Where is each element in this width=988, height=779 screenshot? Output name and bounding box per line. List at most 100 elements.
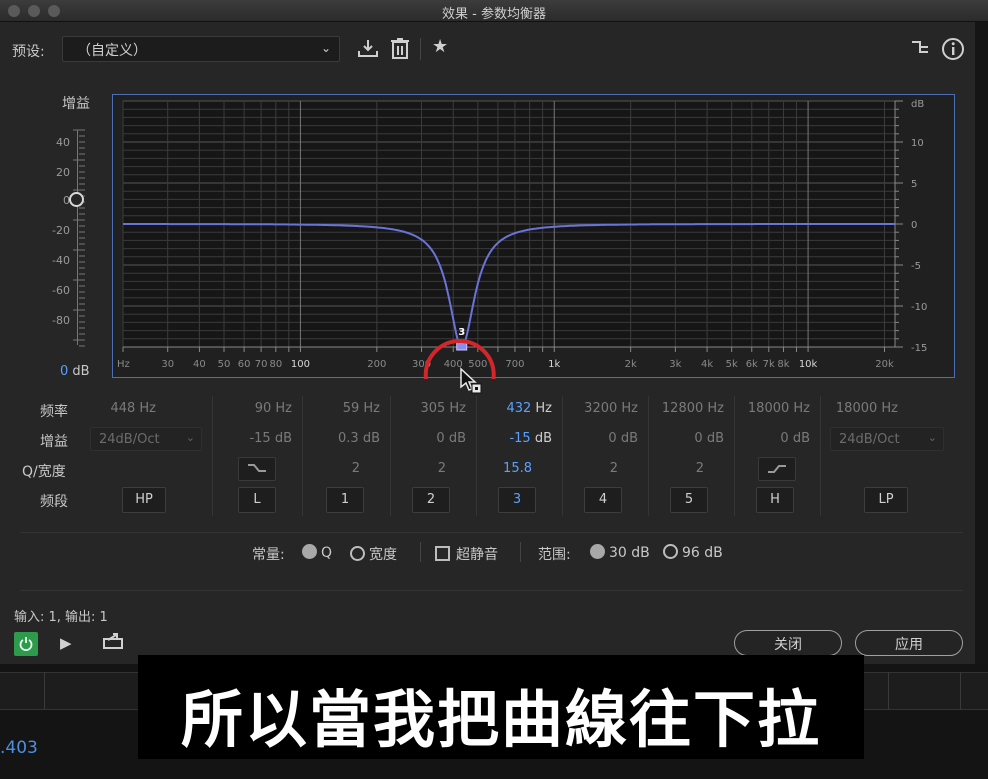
high-shelf-freq-value[interactable]: 18000 Hz [734, 401, 810, 416]
row-label-band: 频段 [40, 494, 68, 510]
band5-freq-value[interactable]: 12800 Hz [648, 401, 724, 416]
band1-q-value[interactable]: 2 [302, 461, 360, 476]
db-unit-label: dB [911, 99, 924, 110]
ultra-quiet-label: 超静音 [456, 547, 498, 563]
band3-gain-value[interactable]: -15 dB [476, 431, 552, 446]
save-preset-icon[interactable] [357, 38, 379, 63]
band5-gain-value[interactable]: 0 dB [648, 431, 724, 446]
band2-q-value[interactable]: 2 [390, 461, 446, 476]
eq-graph-canvas[interactable]: dB1050-5-10-15Hz 30 40 50 60 70 80 100 200 300 400… [113, 95, 956, 379]
low-shelf-shape-button[interactable] [238, 457, 276, 481]
gain-tick: -60 [52, 284, 70, 297]
constant-width-label: 宽度 [369, 547, 397, 563]
radio-unselected-icon [663, 544, 678, 559]
band2-freq-value[interactable]: 305 Hz [390, 401, 466, 416]
freq-tick-label: 6k [746, 359, 758, 370]
band4-q-value[interactable]: 2 [562, 461, 618, 476]
freq-tick-label: 5k [726, 359, 738, 370]
export-icon[interactable] [102, 632, 124, 654]
favorite-star-icon[interactable]: ★ [432, 36, 448, 57]
hp-freq-value[interactable]: 448 Hz [70, 401, 156, 416]
hp-slope-value: 24dB/Oct [99, 432, 160, 447]
constant-q-radio[interactable]: Q [302, 544, 332, 561]
high-shelf-shape-button[interactable] [758, 457, 796, 481]
radio-selected-icon [590, 544, 605, 559]
band3-gain-unit: dB [530, 431, 552, 446]
band-2-button[interactable]: 2 [412, 487, 450, 513]
window-title: 效果 - 参数均衡器 [442, 7, 546, 22]
chevron-down-icon: ⌄ [927, 431, 937, 444]
low-shelf-freq-value[interactable]: 90 Hz [212, 401, 292, 416]
checkbox-icon [435, 546, 450, 561]
db-tick-minus10: -10 [911, 302, 927, 313]
constant-width-radio[interactable]: 宽度 [350, 544, 397, 564]
band1-gain-value[interactable]: 0.3 dB [302, 431, 380, 446]
freq-tick-label: 20k [875, 359, 894, 370]
freq-tick-label: 4k [701, 359, 713, 370]
power-toggle-button[interactable] [14, 632, 38, 656]
band-hp-button[interactable]: HP [122, 487, 166, 513]
gain-slider-knob[interactable] [69, 192, 84, 207]
hp-slope-dropdown[interactable]: 24dB/Oct ⌄ [90, 427, 202, 451]
freq-tick-label: 70 [255, 359, 268, 370]
band-5-button[interactable]: 5 [670, 487, 708, 513]
band3-freq-value[interactable]: 432 Hz [476, 401, 552, 416]
freq-tick-label: 200 [367, 359, 386, 370]
apply-button[interactable]: 应用 [855, 630, 963, 656]
band-l-button[interactable]: L [238, 487, 276, 513]
chevron-down-icon: ⌄ [320, 41, 331, 55]
preset-dropdown[interactable]: （自定义） ⌄ [62, 36, 340, 62]
delete-preset-icon[interactable] [390, 37, 410, 64]
db-tick-0: 0 [911, 220, 917, 231]
gain-slider-ticks [73, 129, 85, 347]
constant-label: 常量: [252, 547, 285, 563]
range-30db-label: 30 dB [609, 545, 650, 561]
section-divider [20, 532, 963, 533]
low-shelf-gain-value[interactable]: -15 dB [212, 431, 292, 446]
band2-gain-value[interactable]: 0 dB [390, 431, 466, 446]
gain-value-display[interactable]: 0 dB [60, 364, 90, 379]
timeline-mark [960, 672, 961, 710]
lp-freq-value[interactable]: 18000 Hz [820, 401, 898, 416]
preview-play-button[interactable]: ▶ [60, 634, 72, 652]
option-divider [520, 542, 521, 562]
row-label-q: Q/宽度 [22, 464, 66, 480]
band-1-button[interactable]: 1 [326, 487, 364, 513]
route-channels-icon[interactable] [910, 38, 930, 63]
gain-title: 增益 [62, 96, 90, 112]
preset-label: 预设: [12, 44, 45, 60]
band3-freq-number: 432 [506, 401, 532, 416]
eq-graph[interactable]: dB 10 5 0 -5 -10 -15 Hz 30 40 50 60 70 80 100 200 300 400… [112, 94, 956, 379]
freq-tick-label: 3k [669, 359, 681, 370]
band-3-button[interactable]: 3 [498, 487, 536, 513]
high-shelf-gain-value[interactable]: 0 dB [734, 431, 810, 446]
gain-value-unit: dB [68, 364, 90, 379]
freq-tick-label: 80 [269, 359, 282, 370]
freq-tick-label: 700 [505, 359, 524, 370]
option-divider [420, 542, 421, 562]
range-96db-label: 96 dB [682, 545, 723, 561]
low-shelf-curve-icon [248, 464, 266, 472]
ultra-quiet-checkbox[interactable]: 超静音 [435, 544, 498, 564]
freq-tick-label: 7k [763, 359, 775, 370]
band-lp-button[interactable]: LP [864, 487, 908, 513]
band-4-button[interactable]: 4 [584, 487, 622, 513]
range-label: 范围: [538, 547, 571, 563]
close-button[interactable]: 关闭 [734, 630, 842, 656]
band3-freq-unit: Hz [531, 401, 552, 416]
range-30db-radio[interactable]: 30 dB [590, 544, 650, 561]
band1-freq-value[interactable]: 59 Hz [302, 401, 380, 416]
freq-tick-label: 10k [799, 359, 818, 370]
timeline-mark [888, 672, 889, 710]
band5-q-value[interactable]: 2 [648, 461, 704, 476]
mouse-cursor-icon [459, 367, 483, 401]
band3-q-value[interactable]: 15.8 [476, 461, 532, 476]
lp-slope-dropdown[interactable]: 24dB/Oct ⌄ [830, 427, 944, 451]
band4-gain-value[interactable]: 0 dB [562, 431, 638, 446]
info-icon[interactable] [941, 37, 965, 66]
freq-tick-label: 50 [218, 359, 231, 370]
range-96db-radio[interactable]: 96 dB [663, 544, 723, 561]
freq-tick-label: 30 [161, 359, 174, 370]
band-h-button[interactable]: H [756, 487, 794, 513]
band4-freq-value[interactable]: 3200 Hz [562, 401, 638, 416]
